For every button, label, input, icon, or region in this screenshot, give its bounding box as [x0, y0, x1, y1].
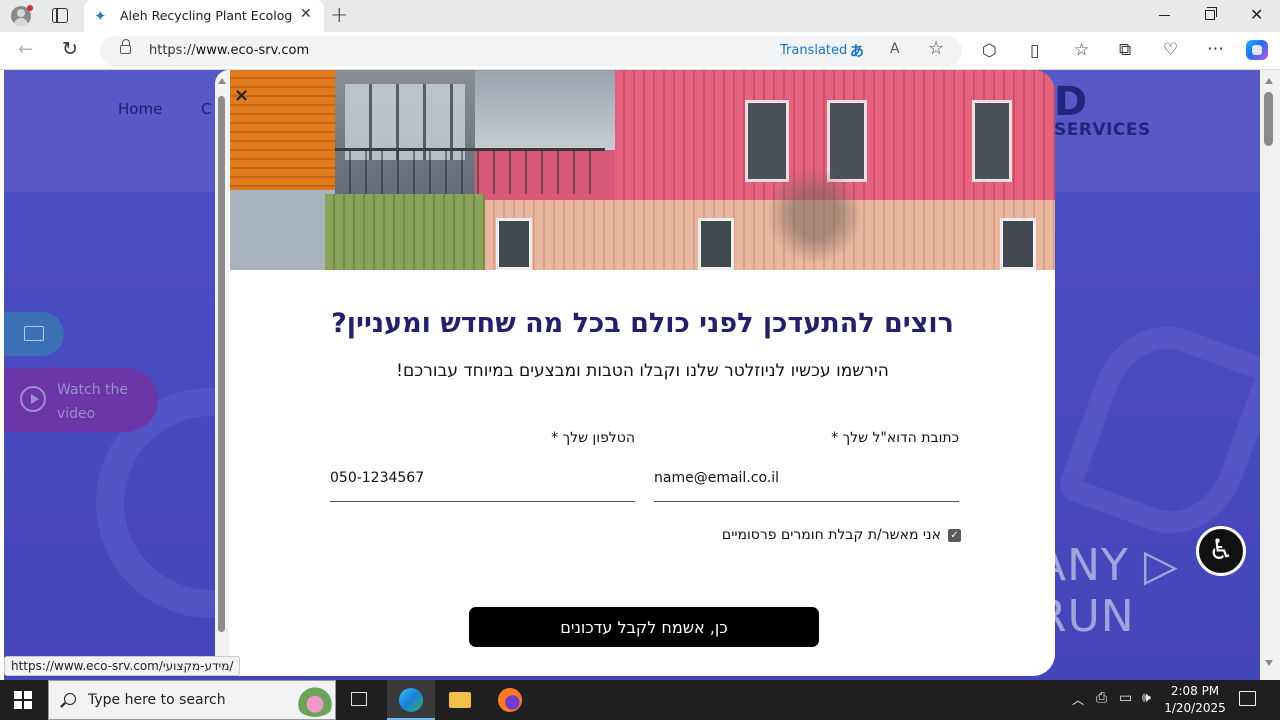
search-icon [64, 693, 76, 705]
modal-header-image [230, 70, 1055, 270]
taskbar-search-placeholder: Type here to search [88, 692, 226, 708]
modal-scroll-thumb[interactable] [218, 96, 225, 632]
edge-icon [399, 688, 423, 712]
notifications-icon[interactable] [1239, 691, 1256, 706]
site-favicon-icon: ✦ [94, 7, 107, 25]
page-scroll-up-icon[interactable] [1265, 78, 1273, 84]
play-icon [20, 386, 46, 412]
email-field[interactable] [654, 454, 959, 502]
tray-meet-icon[interactable]: ⎙ [1096, 690, 1107, 706]
back-arrow-icon[interactable]: ← [18, 39, 33, 60]
tab-close-icon[interactable]: ✕ [300, 6, 312, 22]
anyrun-watermark: ANY ▷ RUN [1036, 540, 1179, 642]
image-window [496, 218, 532, 270]
window-minimize-button[interactable] [1159, 15, 1170, 16]
email-field-label: כתובת הדוא"ל שלך * [831, 430, 959, 446]
modal-scrollbar[interactable] [215, 70, 229, 676]
firefox-icon[interactable] [498, 688, 522, 712]
phone-field[interactable] [330, 454, 635, 502]
url-scheme: https:// [149, 43, 196, 58]
logo-mark: D [1054, 79, 1089, 125]
favorites-icon[interactable]: ☆ [1074, 40, 1089, 60]
read-aloud-icon[interactable]: A [890, 41, 900, 57]
modal-title: רוצים להתעדכן לפני כולם בכל מה שחדש ומענ… [331, 308, 954, 339]
image-tree [760, 160, 870, 270]
tab-title: Aleh Recycling Plant Ecology Services [120, 8, 292, 23]
url-field[interactable]: https://www.eco-srv.com Translated あ A ☆ [100, 36, 962, 66]
lock-icon[interactable] [120, 39, 131, 54]
nav-link-partial[interactable]: C [201, 100, 211, 118]
consent-checkbox[interactable]: ✓ [948, 529, 961, 542]
file-explorer-icon[interactable] [449, 692, 471, 708]
image-window [698, 218, 734, 270]
reload-icon[interactable]: ↻ [62, 38, 78, 60]
image-green-container [325, 194, 485, 270]
taskbar-search-input[interactable]: Type here to search [48, 680, 336, 720]
task-view-icon[interactable] [351, 692, 367, 706]
consent-label[interactable]: אני מאשר/ת קבלת חומרים פרסומיים [722, 527, 941, 543]
profile-notification-dot [27, 5, 33, 11]
modal-subtitle: הירשמו עכשיו לניוזלטר שלנו וקבלו הטבות ו… [396, 361, 889, 381]
modal-close-button[interactable]: × [234, 86, 249, 106]
collections-icon[interactable]: ⧉ [1119, 40, 1131, 60]
envelope-icon [24, 326, 44, 341]
phone-field-label: הטלפון שלך * [551, 430, 635, 446]
tray-volume-icon[interactable]: 🕪 [1142, 690, 1151, 706]
taskbar-edge-button[interactable] [387, 680, 435, 720]
consent-row: ✓ אני מאשר/ת קבלת חומרים פרסומיים [721, 526, 961, 546]
newsletter-modal: × רוצים להתעדכן לפני כולם בכל מה שחדש ומ… [215, 70, 1055, 676]
copilot-icon[interactable] [1246, 40, 1268, 60]
window-restore-button[interactable] [1205, 7, 1217, 20]
nav-link-home[interactable]: Home [118, 100, 162, 118]
split-screen-icon[interactable]: ▯ [1030, 41, 1039, 61]
new-tab-button[interactable]: + [330, 3, 348, 28]
image-balcony [335, 148, 605, 194]
page-scrollbar[interactable] [1260, 70, 1280, 680]
translated-indicator[interactable]: Translated [780, 43, 847, 58]
watch-video-label: Watch the video [57, 382, 129, 422]
extensions-icon[interactable]: ⬡ [982, 41, 997, 61]
image-gray-building [475, 70, 615, 150]
watch-video-button[interactable]: Watch the video [4, 368, 158, 432]
site-logo[interactable]: D SERVICES [1054, 79, 1150, 140]
active-tab[interactable]: ✦ Aleh Recycling Plant Ecology Services … [84, 0, 324, 32]
status-bar-url: https://www.eco-srv.com/מידע-מקצועי/ [4, 656, 241, 676]
window-close-button[interactable]: ✕ [1250, 5, 1263, 24]
image-window [972, 100, 1012, 182]
clock-time[interactable]: 2:08 PM [1167, 684, 1223, 698]
clock-date[interactable]: 1/20/2025 [1162, 701, 1228, 715]
tab-strip: ✦ Aleh Recycling Plant Ecology Services … [0, 0, 1280, 32]
image-window [1000, 218, 1036, 270]
modal-scroll-up-icon[interactable] [218, 78, 226, 84]
taskbar: Type here to search ︿ ⎙ ▭ 🕪 2:08 PM 1/20… [0, 680, 1280, 720]
page-scroll-thumb[interactable] [1264, 92, 1273, 146]
url-text[interactable]: https://www.eco-srv.com [149, 43, 309, 58]
image-concrete-wall [230, 190, 335, 270]
email-contact-button[interactable] [4, 312, 64, 356]
start-windows-icon[interactable] [14, 691, 32, 709]
page-scroll-down-icon[interactable] [1265, 660, 1273, 666]
translate-icon[interactable]: あ [850, 41, 864, 61]
tray-network-icon[interactable]: ▭ [1119, 690, 1132, 706]
browser-essentials-icon[interactable]: ♡ [1163, 40, 1178, 60]
tab-actions-icon[interactable] [52, 8, 68, 23]
subscribe-submit-button[interactable]: כן, אשמח לקבל עדכונים [469, 607, 819, 647]
search-highlight-lotus-icon [295, 685, 335, 717]
more-menu-icon[interactable]: ⋯ [1207, 39, 1224, 59]
logo-services-text: SERVICES [1054, 120, 1151, 140]
tray-chevron-up-icon[interactable]: ︿ [1072, 691, 1084, 708]
url-host: www.eco-srv.com [195, 43, 310, 58]
favorite-star-icon[interactable]: ☆ [928, 38, 944, 59]
